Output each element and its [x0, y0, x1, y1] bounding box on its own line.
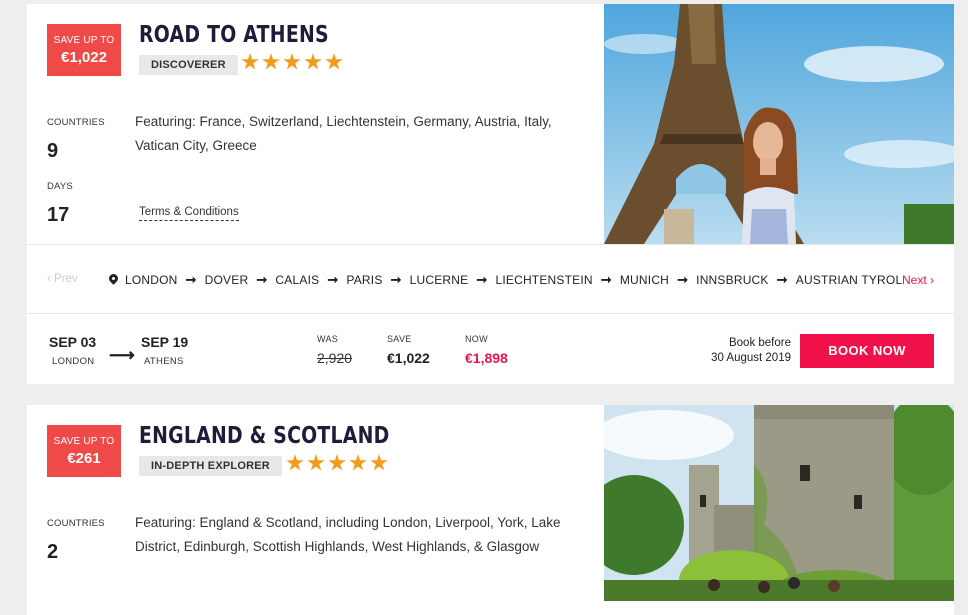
save-badge-label: SAVE UP TO	[53, 35, 115, 46]
tour-card-england-scotland: SAVE UP TO €261 ENGLAND & SCOTLAND IN-DE…	[27, 405, 954, 615]
was-label: WAS	[317, 334, 339, 344]
route-bar: ‹ Prev LONDON ➞ DOVER ➞ CALAIS ➞ PARIS ➞…	[27, 244, 954, 314]
arrow-right-icon: ➞	[185, 272, 197, 287]
eiffel-tower-photo	[604, 4, 954, 244]
save-badge-amount: €261	[67, 450, 101, 467]
save-badge-amount: €1,022	[61, 49, 107, 66]
star-icon	[349, 454, 367, 471]
book-before-text: Book before 30 August 2019	[711, 336, 791, 366]
route-stop: LUCERNE	[409, 273, 469, 287]
route-stop: CALAIS	[275, 273, 320, 287]
featuring-text: Featuring: France, Switzerland, Liechten…	[135, 114, 552, 153]
save-badge-label: SAVE UP TO	[53, 436, 115, 447]
save-amount: €1,022	[387, 350, 430, 366]
countries-label: COUNTRIES	[47, 117, 105, 128]
book-before-label: Book before	[728, 337, 791, 349]
was-price: 2,920	[317, 350, 353, 366]
end-city: ATHENS	[144, 356, 184, 367]
tour-tier-tag: IN-DEPTH EXPLORER	[139, 456, 282, 476]
star-icon	[262, 53, 280, 70]
star-icon	[283, 53, 301, 70]
featuring-text: Featuring: England & Scotland, including…	[135, 515, 561, 554]
route-stop: AUSTRIAN TYROL	[795, 273, 903, 287]
route-stops: LONDON ➞ DOVER ➞ CALAIS ➞ PARIS ➞ LUCERN…	[109, 272, 902, 288]
arrow-right-icon: ➞	[776, 272, 788, 287]
save-badge: SAVE UP TO €1,022	[47, 24, 121, 76]
end-date: SEP 19	[141, 334, 189, 350]
route-prev-button[interactable]: ‹ Prev	[47, 273, 78, 285]
star-icon	[304, 53, 322, 70]
tour-title[interactable]: ROAD TO ATHENS	[139, 22, 329, 48]
star-icon	[328, 454, 346, 471]
days-count: 17	[47, 204, 70, 226]
rating-stars	[241, 53, 343, 71]
star-icon	[286, 454, 304, 471]
days-label: DAYS	[47, 181, 73, 192]
book-now-button[interactable]: BOOK NOW	[800, 334, 934, 368]
now-label: NOW	[465, 334, 488, 344]
tour-tier-tag: DISCOVERER	[139, 55, 238, 75]
start-city: LONDON	[52, 356, 95, 367]
star-icon	[325, 53, 343, 70]
star-icon	[241, 53, 259, 70]
departure-row: SEP 03 LONDON ⟶ SEP 19 ATHENS WAS 2,920 …	[27, 314, 954, 384]
long-arrow-icon: ⟶	[109, 345, 135, 365]
castle-photo	[604, 405, 954, 601]
route-stop: DOVER	[204, 273, 249, 287]
countries-count: 2	[47, 541, 59, 563]
tour-title[interactable]: ENGLAND & SCOTLAND	[139, 423, 390, 449]
arrow-right-icon: ➞	[390, 272, 402, 287]
route-stop: LIECHTENSTEIN	[495, 273, 593, 287]
arrow-right-icon: ➞	[327, 272, 339, 287]
rating-stars	[286, 454, 388, 472]
route-stop: LONDON	[125, 273, 178, 287]
route-stop: PARIS	[346, 273, 383, 287]
location-pin-icon	[109, 274, 118, 286]
save-badge: SAVE UP TO €261	[47, 425, 121, 477]
arrow-right-icon: ➞	[600, 272, 612, 287]
countries-label: COUNTRIES	[47, 518, 105, 529]
countries-count: 9	[47, 140, 59, 162]
terms-link[interactable]: Terms & Conditions	[139, 206, 239, 221]
now-price: €1,898	[465, 350, 508, 366]
arrow-right-icon: ➞	[256, 272, 268, 287]
book-before-date: 30 August 2019	[711, 352, 791, 364]
route-next-button[interactable]: Next ›	[902, 273, 934, 287]
route-stop: INNSBRUCK	[696, 273, 769, 287]
tour-card-road-to-athens: SAVE UP TO €1,022 ROAD TO ATHENS DISCOVE…	[27, 4, 954, 384]
start-date: SEP 03	[49, 334, 97, 350]
star-icon	[370, 454, 388, 471]
arrow-right-icon: ➞	[677, 272, 689, 287]
save-label: SAVE	[387, 334, 412, 344]
arrow-right-icon: ➞	[476, 272, 488, 287]
star-icon	[307, 454, 325, 471]
route-stop: MUNICH	[619, 273, 670, 287]
